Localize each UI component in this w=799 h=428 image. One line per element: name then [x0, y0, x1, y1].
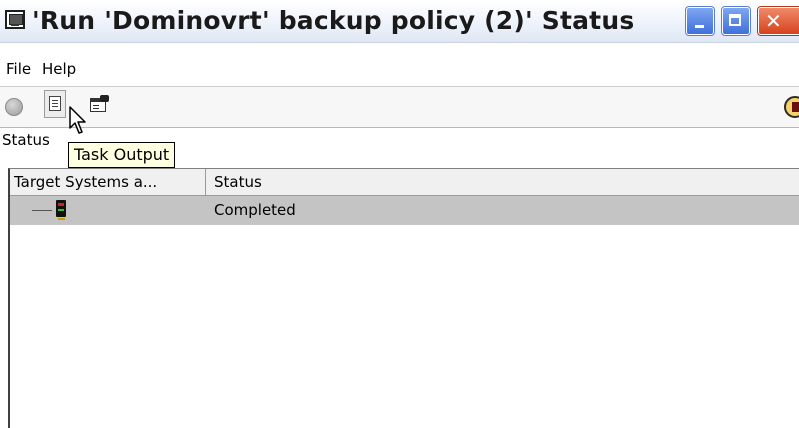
table-header: Target Systems a... Status [10, 169, 799, 196]
properties-hand-icon [100, 95, 109, 102]
minimize-button[interactable] [685, 6, 715, 36]
task-output-button[interactable] [44, 90, 66, 118]
toolbar [0, 86, 799, 128]
status-indicator-icon[interactable] [784, 96, 799, 118]
target-systems-table: Target Systems a... Status Completed [8, 168, 799, 428]
server-icon [55, 200, 67, 220]
menu-bar: File Help [0, 58, 799, 84]
title-bar[interactable]: 'Run 'Dominovrt' backup policy (2)' Stat… [0, 0, 799, 43]
column-header-status[interactable]: Status [206, 169, 799, 195]
window-title: 'Run 'Dominovrt' backup policy (2)' Stat… [32, 6, 635, 35]
close-button[interactable] [757, 6, 799, 36]
table-row[interactable]: Completed [10, 196, 799, 225]
tree-connector-line [32, 210, 52, 211]
menu-file[interactable]: File [6, 60, 31, 78]
task-output-icon [49, 96, 61, 111]
column-header-target-systems[interactable]: Target Systems a... [10, 169, 206, 195]
status-label: Status [2, 131, 50, 149]
console-window-icon[interactable] [5, 10, 25, 29]
properties-button[interactable] [89, 95, 111, 115]
row-status: Completed [214, 201, 296, 219]
stop-icon[interactable] [5, 98, 23, 116]
menu-help[interactable]: Help [42, 60, 76, 78]
tooltip-task-output: Task Output [68, 142, 176, 168]
maximize-button[interactable] [721, 6, 751, 36]
mouse-cursor-icon [69, 106, 86, 134]
